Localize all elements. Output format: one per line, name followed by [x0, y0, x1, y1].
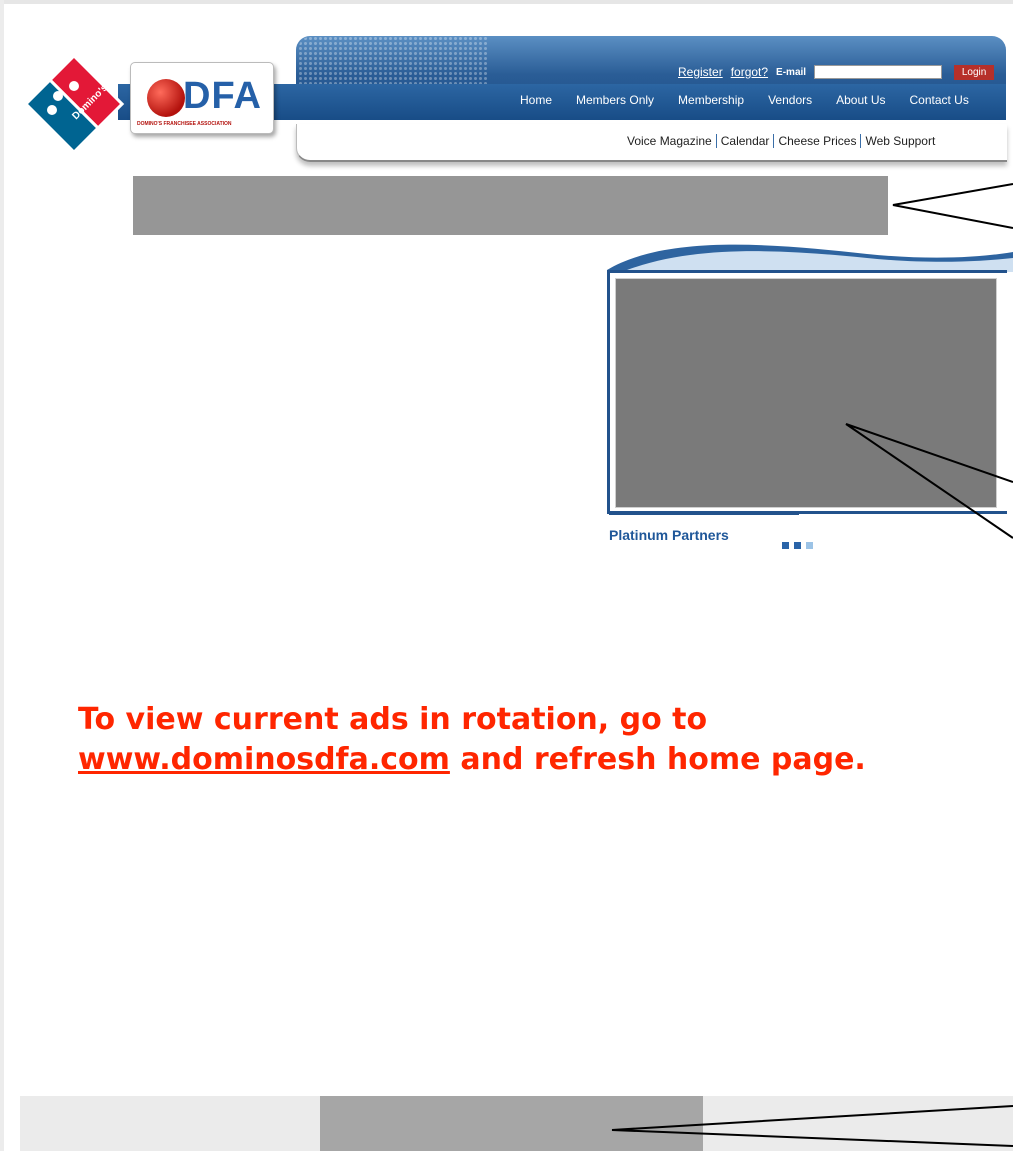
footer-callout-pointer [611, 1105, 1013, 1147]
partners-callout-pointer [845, 423, 1013, 539]
banner-callout-pointer [892, 183, 1013, 229]
callout-pointers [611, 183, 1013, 1147]
